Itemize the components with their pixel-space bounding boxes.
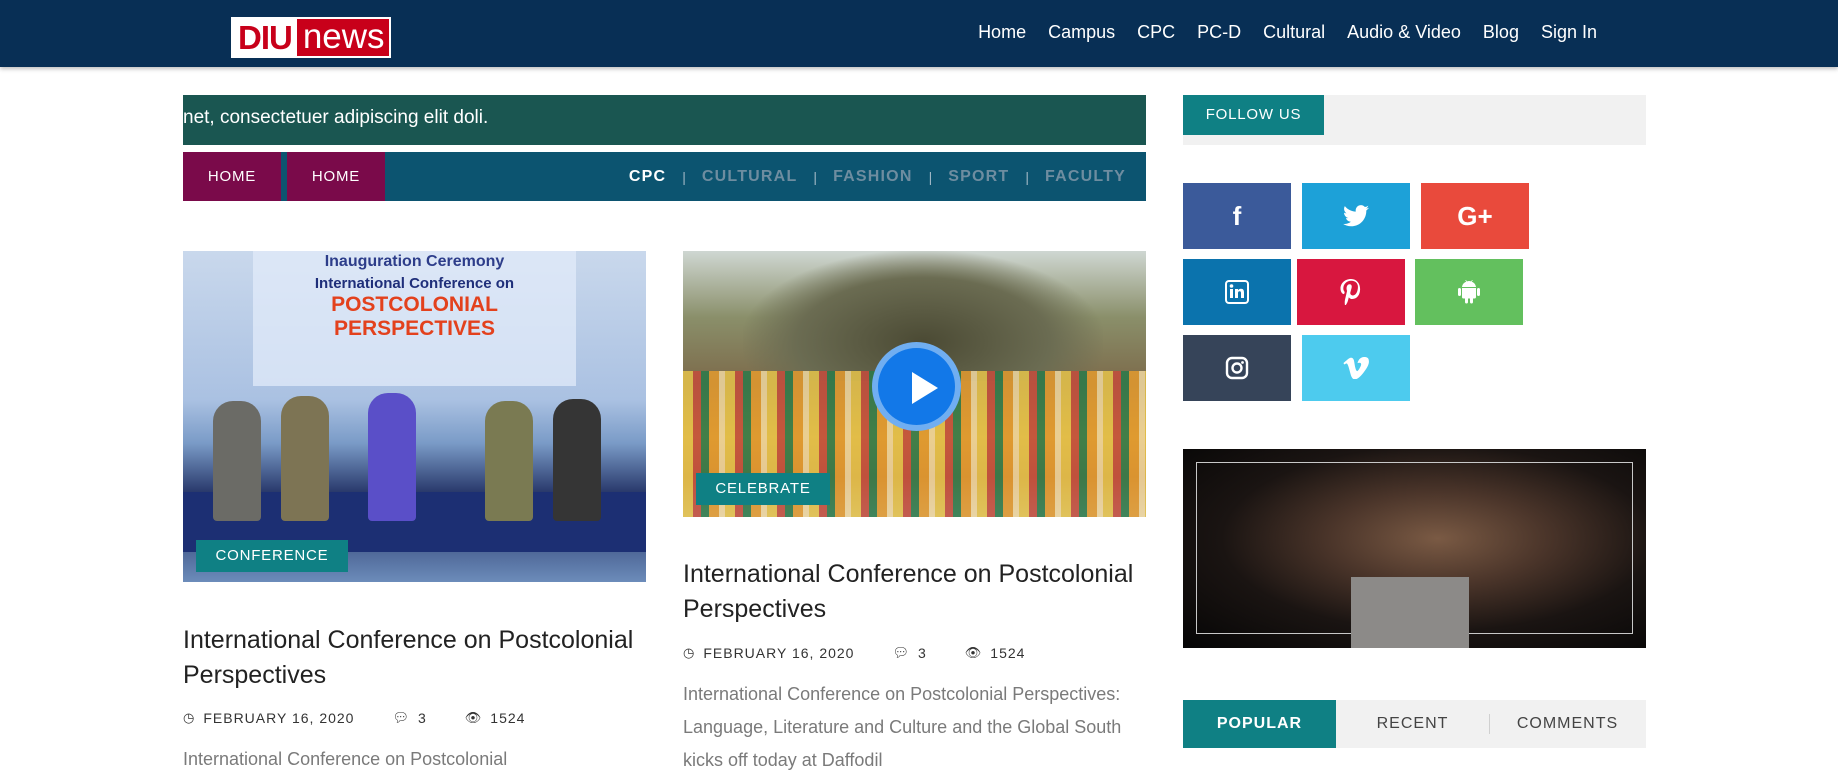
category-fashion[interactable]: FASHION xyxy=(833,168,913,186)
breadcrumb-home-1[interactable]: HOME xyxy=(183,152,281,201)
logo-news: news xyxy=(302,17,385,56)
post-date: FEBRUARY 16, 2020 xyxy=(703,645,855,661)
post-excerpt: International Conference on Postcolonial… xyxy=(683,684,1122,770)
comment-icon: 💬︎ xyxy=(892,645,910,660)
category-faculty[interactable]: FACULTY xyxy=(1045,168,1126,186)
nav-audio-video[interactable]: Audio & Video xyxy=(1347,20,1461,44)
category-tag-conference[interactable]: CONFERENCE xyxy=(196,540,348,572)
post-title[interactable]: International Conference on Postcolonial… xyxy=(683,557,1153,627)
category-separator: | xyxy=(813,168,818,185)
news-ticker: net, consectetuer adipiscing elit doli. xyxy=(183,95,1146,145)
twitter-icon[interactable] xyxy=(1302,183,1410,249)
top-navbar: DIU news Home Campus CPC PC-D Cultural A… xyxy=(0,0,1838,67)
nav-cpc[interactable]: CPC xyxy=(1137,20,1175,44)
eye-icon: 👁︎ xyxy=(964,645,983,660)
clock-icon: ◷ xyxy=(683,645,696,660)
nav-home[interactable]: Home xyxy=(978,20,1026,44)
logo-diu: DIU xyxy=(233,19,297,56)
follow-us-label: FOLLOW US xyxy=(1183,95,1324,135)
post-excerpt: International Conference on Postcolonial xyxy=(183,749,508,769)
post-meta: ◷ FEBRUARY 16, 2020 💬︎ 3 👁︎ 1524 xyxy=(683,645,1025,661)
instagram-icon[interactable] xyxy=(1183,335,1291,401)
sidebar-tabs: POPULAR RECENT COMMENTS xyxy=(1183,700,1646,748)
category-separator: | xyxy=(1025,168,1029,185)
post-title[interactable]: International Conference on Postcolonial… xyxy=(183,623,653,693)
tab-recent[interactable]: RECENT xyxy=(1336,700,1489,748)
ticker-text[interactable]: net, consectetuer adipiscing elit doli. xyxy=(183,107,488,129)
site-logo[interactable]: DIU news xyxy=(231,17,391,58)
google-plus-icon[interactable]: G+ xyxy=(1421,183,1529,249)
tab-popular[interactable]: POPULAR xyxy=(1183,700,1336,748)
nav-pc-d[interactable]: PC-D xyxy=(1197,20,1241,44)
android-icon[interactable] xyxy=(1415,259,1523,325)
category-separator: | xyxy=(928,168,933,185)
eye-icon: 👁︎ xyxy=(464,710,483,725)
category-cultural[interactable]: CULTURAL xyxy=(702,168,798,186)
follow-us-header: FOLLOW US xyxy=(1183,95,1646,145)
category-cpc[interactable]: CPC xyxy=(629,168,666,186)
category-tag-celebrate[interactable]: CELEBRATE xyxy=(696,473,830,505)
category-links: CPC | CULTURAL | FASHION | SPORT | FACUL… xyxy=(629,152,1126,201)
vimeo-icon[interactable] xyxy=(1302,335,1410,401)
tab-comments[interactable]: COMMENTS xyxy=(1489,700,1646,748)
comment-count: 3 xyxy=(917,645,927,661)
category-separator: | xyxy=(682,168,686,185)
view-count: 1524 xyxy=(990,645,1026,661)
category-bar: HOME HOME CPC | CULTURAL | FASHION | SPO… xyxy=(183,152,1146,201)
banner-title: Inauguration Ceremony xyxy=(324,253,505,270)
linkedin-icon[interactable] xyxy=(1183,259,1291,325)
category-sport[interactable]: SPORT xyxy=(948,168,1009,186)
nav-blog[interactable]: Blog xyxy=(1483,20,1519,44)
nav-campus[interactable]: Campus xyxy=(1048,20,1115,44)
clock-icon: ◷ xyxy=(183,710,196,725)
pinterest-icon[interactable] xyxy=(1297,259,1405,325)
banner-subtitle: International Conference on xyxy=(314,275,515,292)
breadcrumb-home-2[interactable]: HOME xyxy=(287,152,385,201)
banner-highlight: POSTCOLONIAL PERSPECTIVES xyxy=(331,293,498,340)
post-image-conference[interactable]: Inauguration Ceremony International Conf… xyxy=(183,251,646,582)
comment-count: 3 xyxy=(417,710,427,726)
main-nav: Home Campus CPC PC-D Cultural Audio & Vi… xyxy=(978,20,1597,44)
play-icon[interactable] xyxy=(872,342,961,431)
facebook-icon[interactable]: f xyxy=(1183,183,1291,249)
event-banner: Inauguration Ceremony International Conf… xyxy=(253,251,576,386)
post-meta: ◷ FEBRUARY 16, 2020 💬︎ 3 👁︎ 1524 xyxy=(183,710,525,726)
view-count: 1524 xyxy=(490,710,526,726)
promo-image[interactable] xyxy=(1183,449,1646,648)
nav-sign-in[interactable]: Sign In xyxy=(1541,20,1597,44)
promo-paper xyxy=(1351,577,1469,648)
comment-icon: 💬︎ xyxy=(392,710,410,725)
speakers-group xyxy=(193,371,633,521)
post-date: FEBRUARY 16, 2020 xyxy=(203,710,355,726)
nav-cultural[interactable]: Cultural xyxy=(1263,20,1325,44)
